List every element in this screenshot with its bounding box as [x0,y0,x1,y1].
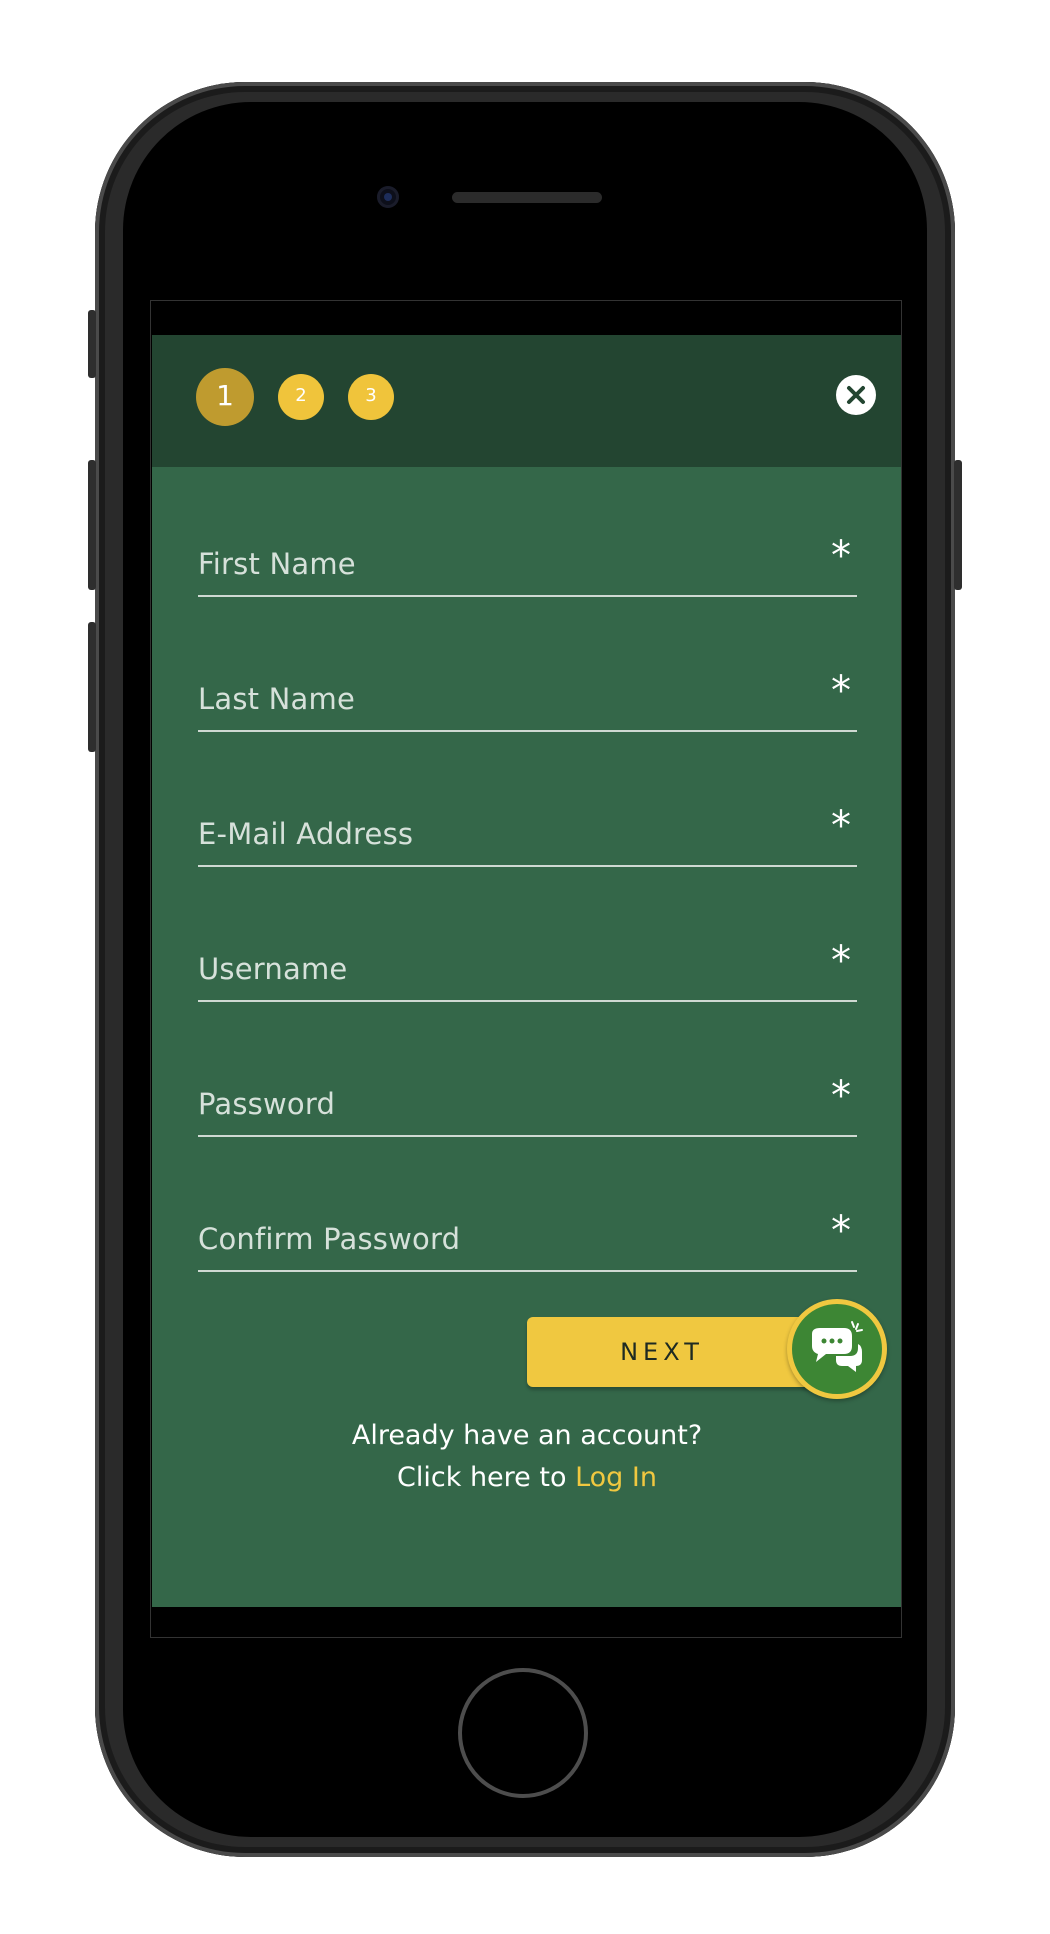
stepper-header: 1 2 3 [152,335,901,467]
home-button[interactable] [458,1668,588,1798]
required-marker: * [831,533,851,579]
signup-form-panel: 1 2 3 First Name * Last Name * E-Mail Ad… [152,335,901,1607]
required-marker: * [831,1073,851,1119]
login-prompt-prefix: Click here to [397,1462,576,1493]
password-input[interactable] [198,1065,802,1135]
chat-button[interactable] [787,1299,887,1399]
silent-switch [88,310,96,378]
volume-down-button [88,622,96,752]
required-marker: * [831,1208,851,1254]
first-name-field[interactable]: First Name * [198,525,857,597]
step-indicator-3[interactable]: 3 [348,374,394,420]
login-prompt-line2: Click here to Log In [152,1462,901,1493]
next-button[interactable]: NEXT [527,1317,827,1387]
step-indicator-2[interactable]: 2 [278,374,324,420]
chat-bubbles-icon [812,1321,863,1372]
required-marker: * [831,668,851,714]
required-marker: * [831,938,851,984]
required-marker: * [831,803,851,849]
power-button [954,460,962,590]
username-input[interactable] [198,930,802,1000]
confirm-password-input[interactable] [198,1200,802,1270]
email-field[interactable]: E-Mail Address * [198,795,857,867]
phone-screen: 1 2 3 First Name * Last Name * E-Mail Ad… [150,300,902,1638]
login-link[interactable]: Log In [575,1462,657,1493]
email-input[interactable] [198,795,802,865]
close-button[interactable] [836,375,876,415]
step-indicator-1[interactable]: 1 [196,368,254,426]
login-prompt-line1: Already have an account? [351,1420,703,1451]
volume-up-button [88,460,96,590]
username-field[interactable]: Username * [198,930,857,1002]
close-icon [847,386,865,404]
camera-icon [377,186,399,208]
last-name-input[interactable] [198,660,802,730]
speaker-grille [452,192,602,203]
first-name-input[interactable] [198,525,802,595]
last-name-field[interactable]: Last Name * [198,660,857,732]
password-field[interactable]: Password * [198,1065,857,1137]
confirm-password-field[interactable]: Confirm Password * [198,1200,857,1272]
